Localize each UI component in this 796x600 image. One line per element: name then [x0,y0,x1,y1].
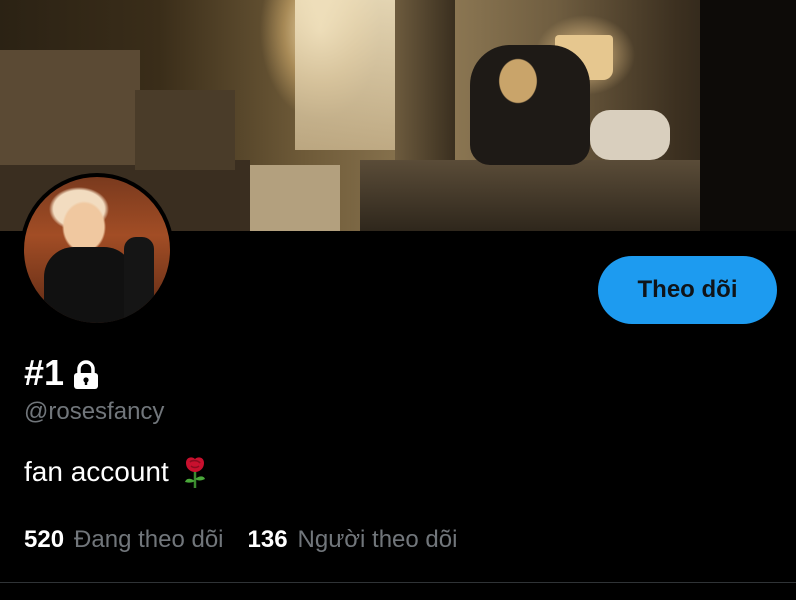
name-row: #1 [24,352,100,394]
followers-stat-link[interactable]: 136 Người theo dõi [248,526,458,554]
avatar[interactable] [20,173,174,327]
profile-stats: 520 Đang theo dõi 136 Người theo dõi [24,526,481,554]
following-stat-link[interactable]: 520 Đang theo dõi [24,526,224,554]
divider [0,582,796,583]
followers-count: 136 [247,526,288,553]
display-name: #1 [24,352,65,393]
rose-icon [184,457,205,488]
bio: fan account [24,455,209,489]
user-handle: @rosesfancy [24,398,165,425]
lock-icon [74,360,99,389]
following-count: 520 [24,526,65,553]
following-label: Đang theo dõi [74,526,224,553]
follow-button[interactable]: Theo dõi [598,256,777,324]
followers-label: Người theo dõi [297,526,458,553]
bio-text: fan account [24,456,169,487]
